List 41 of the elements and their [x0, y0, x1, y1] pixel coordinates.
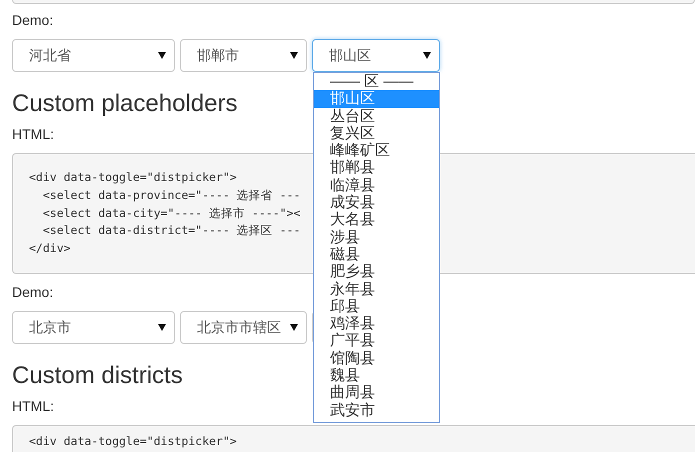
dropdown-option[interactable]: 曲周县	[314, 384, 439, 402]
dropdown-option[interactable]: 永年县	[314, 280, 439, 298]
code-label: HTML:	[12, 397, 54, 416]
select-field[interactable]: 邯郸市	[180, 39, 307, 72]
dropdown-option[interactable]: 邱县	[314, 298, 439, 316]
caret-icon	[158, 324, 166, 331]
code-line: </div>	[29, 240, 71, 258]
code-line: <div data-toggle="distpicker">	[29, 169, 237, 186]
dropdown-option[interactable]: 广平县	[314, 332, 439, 350]
dropdown-option[interactable]: 涉县	[314, 228, 439, 246]
dropdown-option[interactable]: 鸡泽县	[314, 315, 439, 332]
dropdown-option[interactable]: 成安县	[314, 194, 439, 212]
dropdown-option[interactable]: 磁县	[314, 246, 439, 264]
code-line: <div data-toggle="distpicker">	[29, 433, 237, 450]
dropdown-option[interactable]: 丛台区	[314, 108, 439, 125]
caret-icon	[290, 324, 298, 331]
select-field[interactable]: 河北省	[12, 39, 175, 72]
dropdown-option[interactable]: 大名县	[314, 211, 439, 229]
caret-icon	[158, 52, 166, 59]
code-line: <select data-district="---- 选择区 ---	[42, 222, 300, 240]
section-heading: Custom districts	[12, 362, 183, 390]
dropdown-option[interactable]: —— 区 ——	[314, 73, 439, 90]
dropdown-option[interactable]: 魏县	[314, 367, 439, 384]
code-line: <select data-city="---- 选择市 ----"><	[42, 204, 300, 222]
section-heading: Custom placeholders	[12, 90, 238, 118]
dropdown-option[interactable]: 肥乡县	[314, 263, 439, 281]
code-label: HTML:	[12, 125, 54, 144]
dropdown-option[interactable]: 邯郸县	[314, 159, 439, 177]
select-field[interactable]: 邯山区	[312, 39, 440, 72]
select-field[interactable]: 北京市市辖区	[180, 311, 307, 344]
dropdown-option[interactable]: 临漳县	[314, 176, 439, 194]
demo-label: Demo:	[12, 11, 54, 30]
demo-label: Demo:	[12, 283, 54, 302]
select-field[interactable]: 北京市	[12, 311, 175, 344]
dropdown-option[interactable]: 峰峰矿区	[314, 142, 439, 160]
dropdown-option[interactable]: 馆陶县	[314, 350, 439, 368]
dropdown-option[interactable]: 复兴区	[314, 124, 439, 142]
code-line: <select data-province="---- 选择省 ---	[42, 186, 300, 204]
caret-icon	[290, 52, 298, 59]
caret-icon	[423, 52, 431, 59]
dropdown-option[interactable]: 武安市	[314, 402, 439, 419]
